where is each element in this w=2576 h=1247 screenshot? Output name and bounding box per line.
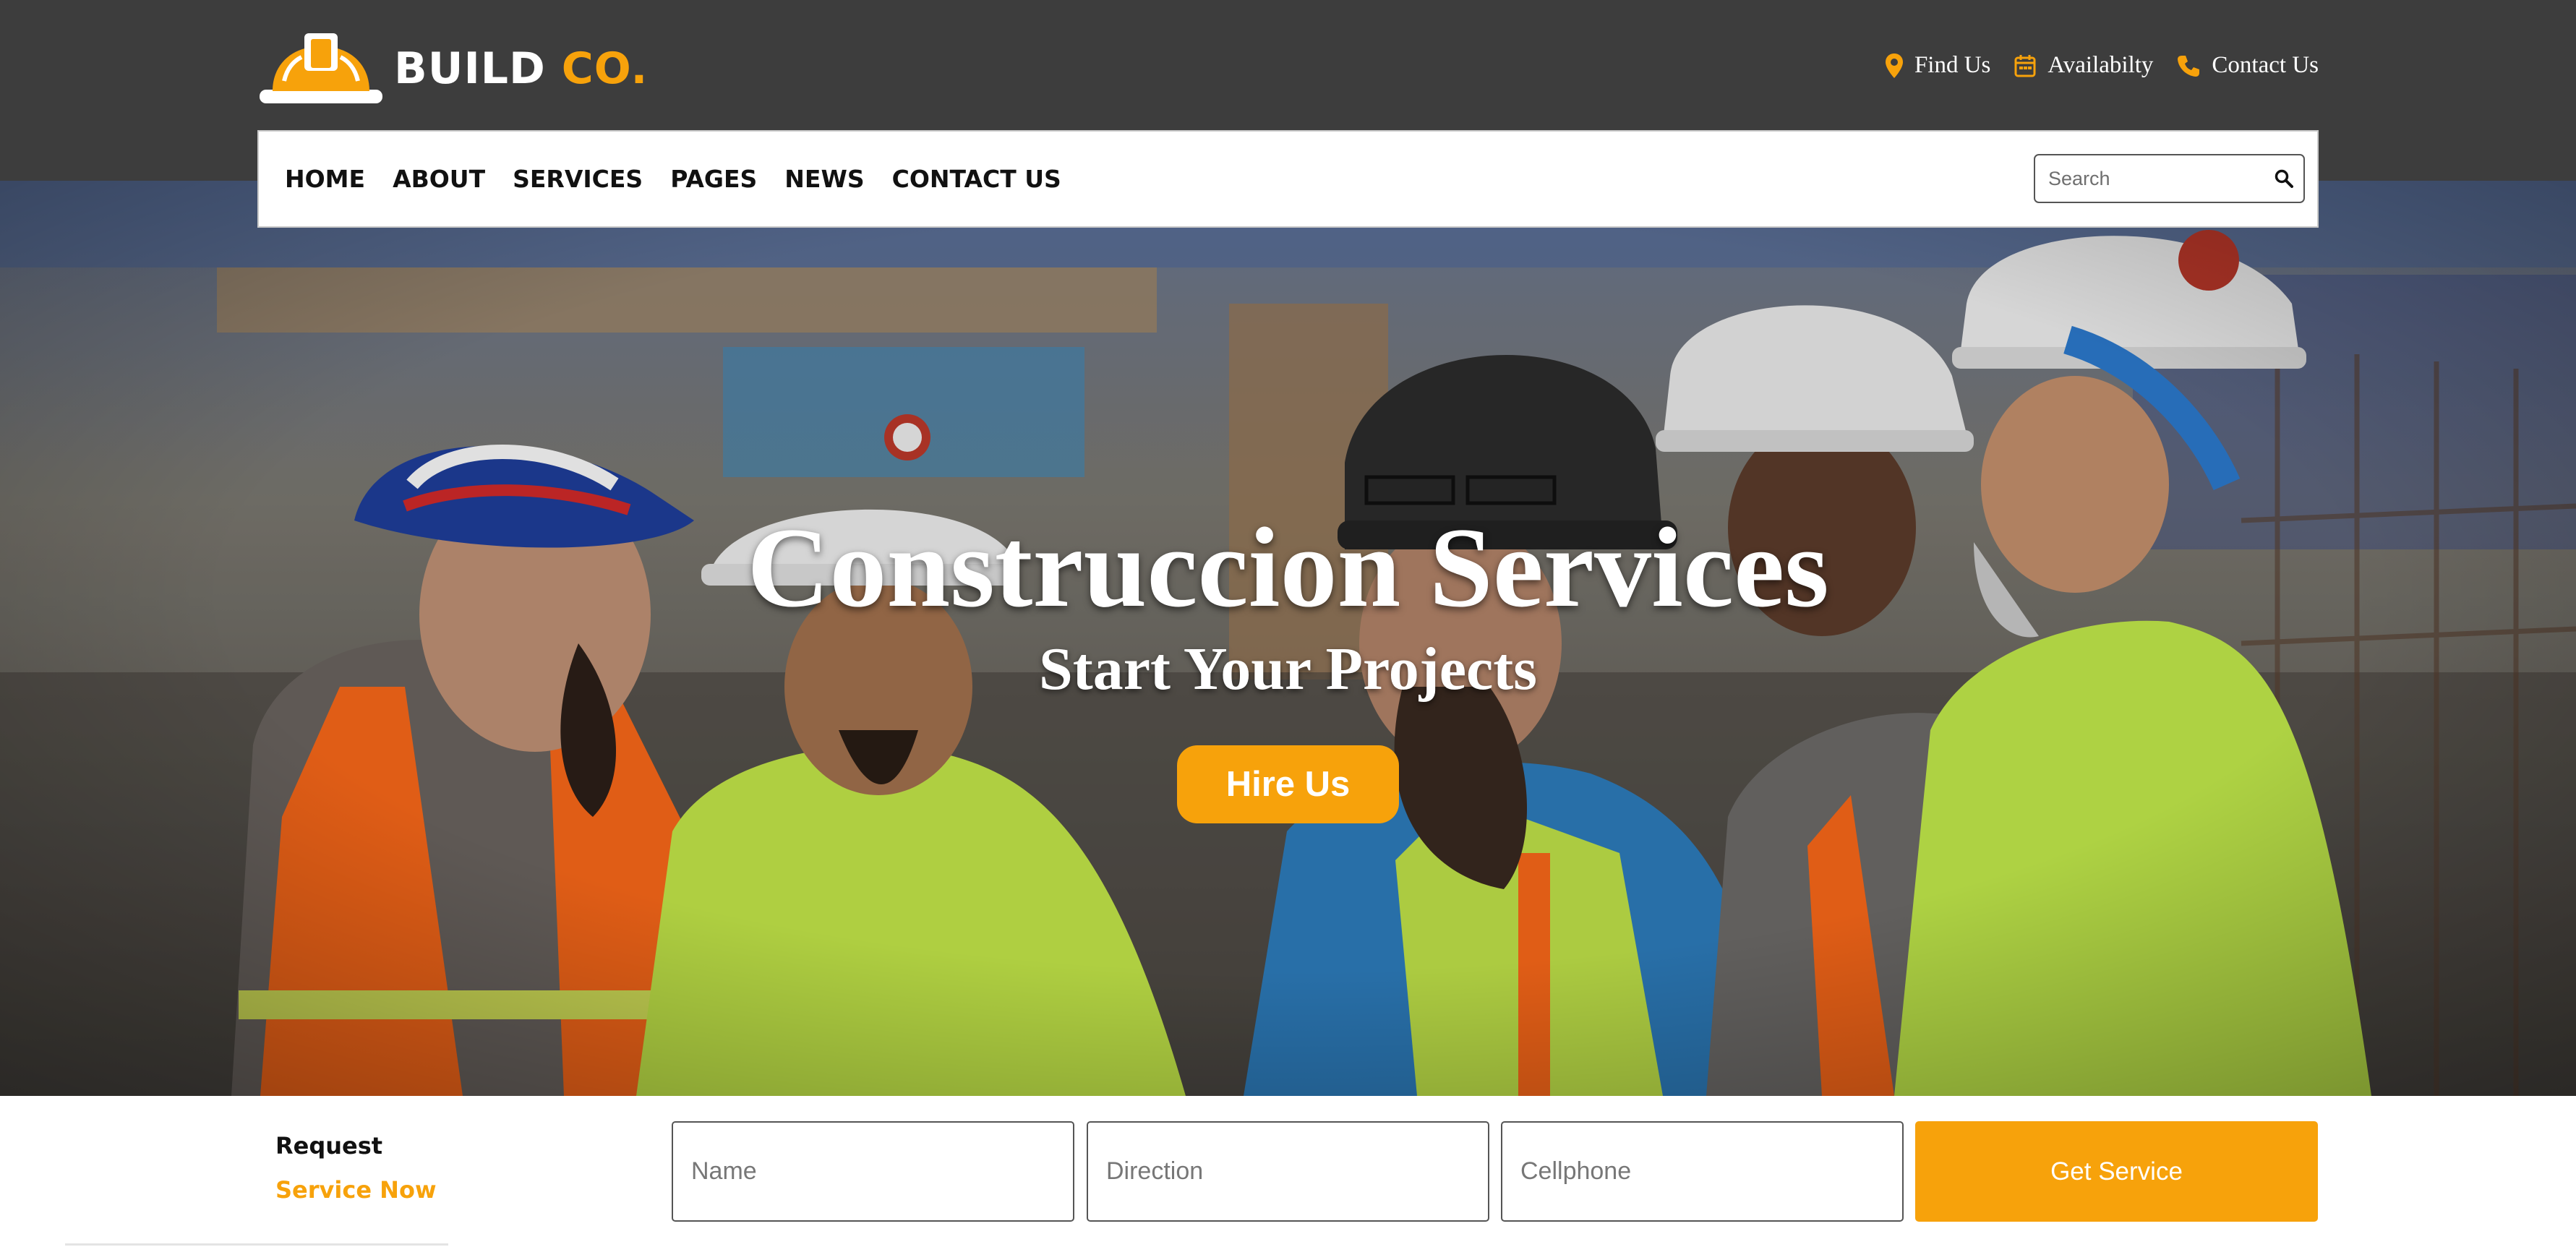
nav-item-news[interactable]: NEWS [784, 165, 864, 193]
logo-text-main: BUILD [394, 43, 546, 94]
calendar-icon [2014, 54, 2036, 77]
search-icon[interactable] [2275, 169, 2293, 188]
top-link-contact-us[interactable]: Contact Us [2177, 52, 2319, 79]
nav-item-contact-us[interactable]: CONTACT US [892, 165, 1061, 193]
nav-item-services[interactable]: SERVICES [513, 165, 643, 193]
top-links: Find Us Availabilty Contact Us [1862, 52, 2319, 79]
hard-hat-logo-icon [260, 33, 382, 103]
search-box [2034, 154, 2305, 203]
divider [65, 1243, 448, 1246]
logo-text: BUILD CO. [394, 47, 648, 90]
request-service-bar: Request Service Now Get Service [0, 1096, 2576, 1247]
top-link-availability[interactable]: Availabilty [2014, 52, 2153, 79]
name-field [672, 1121, 1074, 1222]
logo[interactable]: BUILD CO. [257, 30, 648, 106]
name-input[interactable] [673, 1123, 1073, 1220]
search-input[interactable] [2047, 158, 2271, 200]
nav-item-pages[interactable]: PAGES [670, 165, 757, 193]
cellphone-input[interactable] [1502, 1123, 1902, 1220]
phone-icon [2178, 55, 2200, 77]
main-nav: HOME ABOUT SERVICES PAGES NEWS CONTACT U… [257, 130, 2319, 228]
hero-subtitle: Start Your Projects [1039, 635, 1537, 703]
top-link-label: Availabilty [2047, 52, 2154, 78]
direction-field [1087, 1121, 1489, 1222]
nav-item-about[interactable]: ABOUT [393, 165, 485, 193]
top-link-label: Find Us [1914, 52, 1991, 78]
top-link-find-us[interactable]: Find Us [1885, 52, 1991, 79]
request-label: Request [275, 1132, 383, 1160]
hero-banner: Construccion Services Start Your Project… [0, 181, 2576, 1096]
top-header: BUILD CO. Find Us Availabilty Contact Us… [0, 0, 2576, 228]
hire-us-button[interactable]: Hire Us [1177, 745, 1399, 823]
top-link-label: Contact Us [2212, 52, 2319, 78]
map-pin-icon [1885, 53, 1903, 78]
get-service-button[interactable]: Get Service [1915, 1121, 2318, 1222]
cellphone-field [1501, 1121, 1904, 1222]
nav-item-home[interactable]: HOME [285, 165, 365, 193]
logo-text-accent: CO. [561, 43, 649, 94]
service-now-label: Service Now [275, 1176, 437, 1204]
direction-input[interactable] [1088, 1123, 1488, 1220]
hero-title: Construccion Services [747, 505, 1829, 631]
nav-menu: HOME ABOUT SERVICES PAGES NEWS CONTACT U… [285, 165, 1089, 193]
